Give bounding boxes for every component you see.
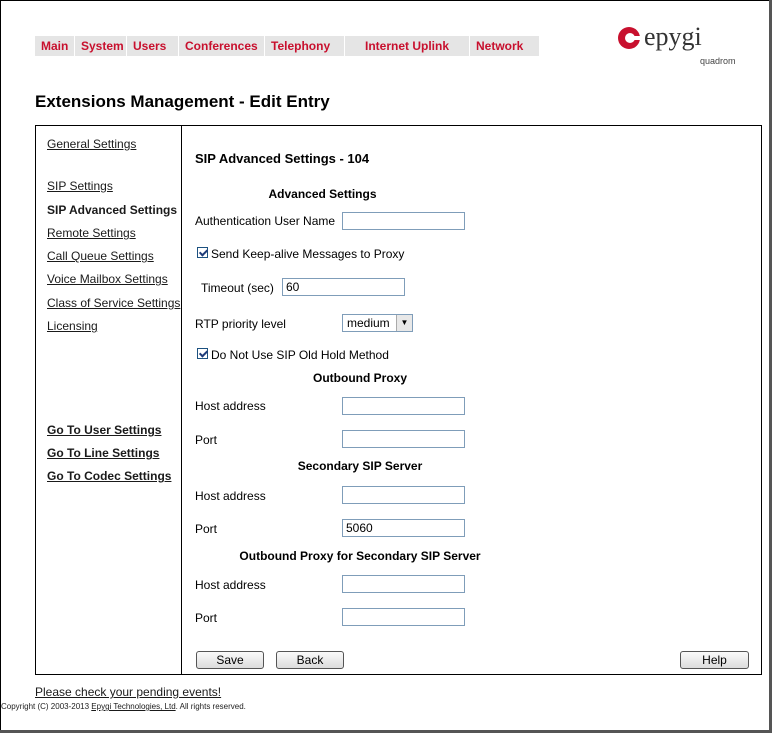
- nav-tab-network[interactable]: Network: [470, 36, 540, 56]
- nav-tab-internet-uplink[interactable]: Internet Uplink: [345, 36, 470, 56]
- sidebar-item-voice-mailbox-settings[interactable]: Voice Mailbox Settings: [47, 272, 168, 286]
- nav-tab-telephony[interactable]: Telephony: [265, 36, 345, 56]
- epygi-swirl-icon: [618, 27, 642, 49]
- nav-tab-main[interactable]: Main: [35, 36, 75, 56]
- secondary-proxy-port-input[interactable]: [342, 608, 465, 626]
- nav-tab-system[interactable]: System: [75, 36, 127, 56]
- auth-user-label: Authentication User Name: [195, 214, 336, 228]
- epygi-logo: epygi quadrom: [616, 22, 746, 72]
- secondary-sip-host-input[interactable]: [342, 486, 465, 504]
- secondary-sip-header: Secondary SIP Server: [297, 459, 423, 473]
- goto-user-settings-link[interactable]: Go To User Settings: [47, 423, 161, 437]
- secondary-proxy-header: Outbound Proxy for Secondary SIP Server: [239, 549, 481, 563]
- rtp-priority-value: medium: [347, 316, 390, 330]
- old-hold-checkbox[interactable]: [197, 348, 208, 359]
- rtp-priority-label: RTP priority level: [195, 317, 286, 331]
- pending-events-link[interactable]: Please check your pending events!: [35, 685, 221, 699]
- logo-subtitle: quadrom: [700, 56, 736, 66]
- help-button[interactable]: Help: [680, 651, 749, 669]
- outbound-proxy-host-input[interactable]: [342, 397, 465, 415]
- epygi-technologies-link[interactable]: Epygi Technologies, Ltd: [91, 702, 175, 711]
- nav-tab-conferences[interactable]: Conferences: [179, 36, 265, 56]
- back-button[interactable]: Back: [276, 651, 344, 669]
- sidebar-item-call-queue-settings[interactable]: Call Queue Settings: [47, 249, 154, 263]
- goto-line-settings-link[interactable]: Go To Line Settings: [47, 446, 159, 460]
- copyright-suffix: . All rights reserved.: [175, 702, 246, 711]
- secondary-proxy-port-label: Port: [195, 611, 218, 625]
- old-hold-label: Do Not Use SIP Old Hold Method: [211, 348, 389, 362]
- section-title: SIP Advanced Settings - 104: [195, 151, 370, 166]
- top-nav: Main System Users Conferences Telephony …: [35, 36, 540, 56]
- secondary-sip-port-input[interactable]: [342, 519, 465, 537]
- sidebar-item-licensing[interactable]: Licensing: [47, 319, 98, 333]
- save-button[interactable]: Save: [196, 651, 264, 669]
- goto-codec-settings-link[interactable]: Go To Codec Settings: [47, 469, 171, 483]
- outbound-proxy-port-input[interactable]: [342, 430, 465, 448]
- sidebar-item-sip-advanced-settings[interactable]: SIP Advanced Settings: [47, 203, 177, 217]
- secondary-proxy-host-label: Host address: [195, 578, 266, 592]
- logo-wordmark: epygi: [644, 22, 702, 51]
- copyright-notice: Copyright (C) 2003-2013 Epygi Technologi…: [1, 702, 246, 711]
- sidebar-item-general-settings[interactable]: General Settings: [47, 137, 136, 151]
- sidebar-divider: [181, 125, 182, 675]
- secondary-proxy-host-input[interactable]: [342, 575, 465, 593]
- sidebar-item-remote-settings[interactable]: Remote Settings: [47, 226, 136, 240]
- sidebar-item-class-of-service-settings[interactable]: Class of Service Settings: [47, 296, 180, 310]
- auth-user-input[interactable]: [342, 212, 465, 230]
- chevron-down-icon[interactable]: ▼: [396, 315, 412, 331]
- copyright-prefix: Copyright (C) 2003-2013: [1, 702, 92, 711]
- keepalive-label: Send Keep-alive Messages to Proxy: [211, 247, 405, 261]
- secondary-sip-port-label: Port: [195, 522, 218, 536]
- rtp-priority-select[interactable]: medium ▼: [342, 314, 413, 332]
- outbound-proxy-header: Outbound Proxy: [313, 371, 407, 385]
- timeout-label: Timeout (sec): [201, 281, 274, 295]
- keepalive-checkbox[interactable]: [197, 247, 208, 258]
- secondary-sip-host-label: Host address: [195, 489, 266, 503]
- nav-tab-users[interactable]: Users: [127, 36, 179, 56]
- outbound-proxy-port-label: Port: [195, 433, 218, 447]
- advanced-settings-header: Advanced Settings: [268, 187, 377, 201]
- sidebar-item-sip-settings[interactable]: SIP Settings: [47, 179, 113, 193]
- outbound-proxy-host-label: Host address: [195, 399, 266, 413]
- page-title: Extensions Management - Edit Entry: [35, 92, 330, 111]
- timeout-input[interactable]: [282, 278, 405, 296]
